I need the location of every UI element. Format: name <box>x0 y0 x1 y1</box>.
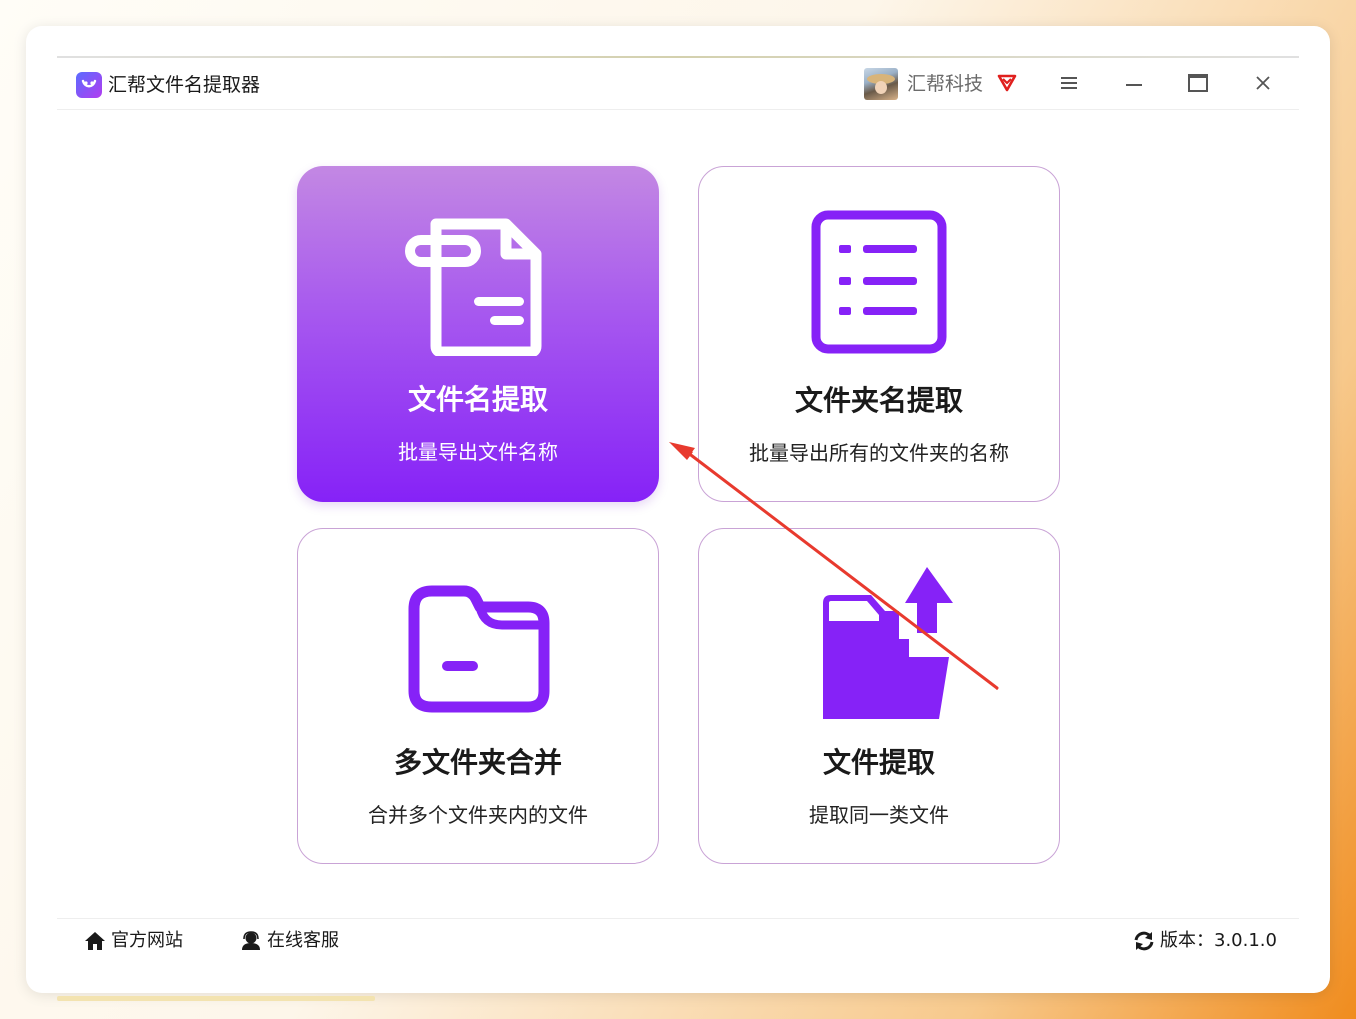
tile-title: 文件夹名提取 <box>794 384 963 417</box>
tile-title: 文件名提取 <box>407 383 548 416</box>
footer-bar: 官方网站 在线客服 版本：3.0.1.0 <box>57 918 1299 962</box>
folder-upload-icon <box>699 567 1059 719</box>
app-logo-icon <box>76 72 102 98</box>
home-icon <box>85 932 105 950</box>
online-service-link[interactable]: 在线客服 <box>239 928 339 954</box>
minimize-button[interactable] <box>1114 68 1154 100</box>
app-window: 汇帮文件名提取器 汇帮科技 文件名提取 批量导出文件名称 文件夹名提取 批量导出… <box>57 58 1299 963</box>
title-bar: 汇帮文件名提取器 汇帮科技 <box>57 58 1299 110</box>
tile-description: 合并多个文件夹内的文件 <box>368 803 588 827</box>
file-document-icon <box>297 206 659 356</box>
hamburger-menu-icon <box>1061 77 1077 89</box>
online-service-label: 在线客服 <box>267 930 339 951</box>
tile-multi-folder-merge[interactable]: 多文件夹合并 合并多个文件夹内的文件 <box>297 528 659 864</box>
minimize-icon <box>1126 84 1142 86</box>
close-button[interactable] <box>1243 68 1283 100</box>
tile-title: 文件提取 <box>822 746 935 779</box>
menu-button[interactable] <box>1049 68 1089 100</box>
tile-title: 多文件夹合并 <box>393 746 562 779</box>
bottom-accent-bar <box>57 996 375 1001</box>
official-website-label: 官方网站 <box>111 930 183 951</box>
official-website-link[interactable]: 官方网站 <box>83 928 183 954</box>
tile-description: 批量导出所有的文件夹的名称 <box>749 441 1009 465</box>
tile-foldername-extract[interactable]: 文件夹名提取 批量导出所有的文件夹的名称 <box>698 166 1060 502</box>
version-check[interactable]: 版本：3.0.1.0 <box>1132 928 1277 954</box>
refresh-icon <box>1134 931 1154 951</box>
tile-filename-extract[interactable]: 文件名提取 批量导出文件名称 <box>297 166 659 502</box>
folder-icon <box>298 569 658 719</box>
version-label: 版本：3.0.1.0 <box>1160 930 1277 951</box>
tile-description: 提取同一类文件 <box>809 803 949 827</box>
annotation-arrow <box>669 442 999 690</box>
vip-diamond-icon[interactable] <box>995 70 1019 94</box>
user-avatar[interactable] <box>864 68 898 100</box>
maximize-button[interactable] <box>1178 68 1218 100</box>
user-name[interactable]: 汇帮科技 <box>907 71 983 97</box>
tile-description: 批量导出文件名称 <box>398 440 558 464</box>
app-title: 汇帮文件名提取器 <box>108 74 261 96</box>
close-icon <box>1256 76 1270 90</box>
customer-service-icon <box>242 931 260 950</box>
tile-file-extract[interactable]: 文件提取 提取同一类文件 <box>698 528 1060 864</box>
list-document-icon <box>699 207 1059 357</box>
maximize-icon <box>1188 74 1208 92</box>
